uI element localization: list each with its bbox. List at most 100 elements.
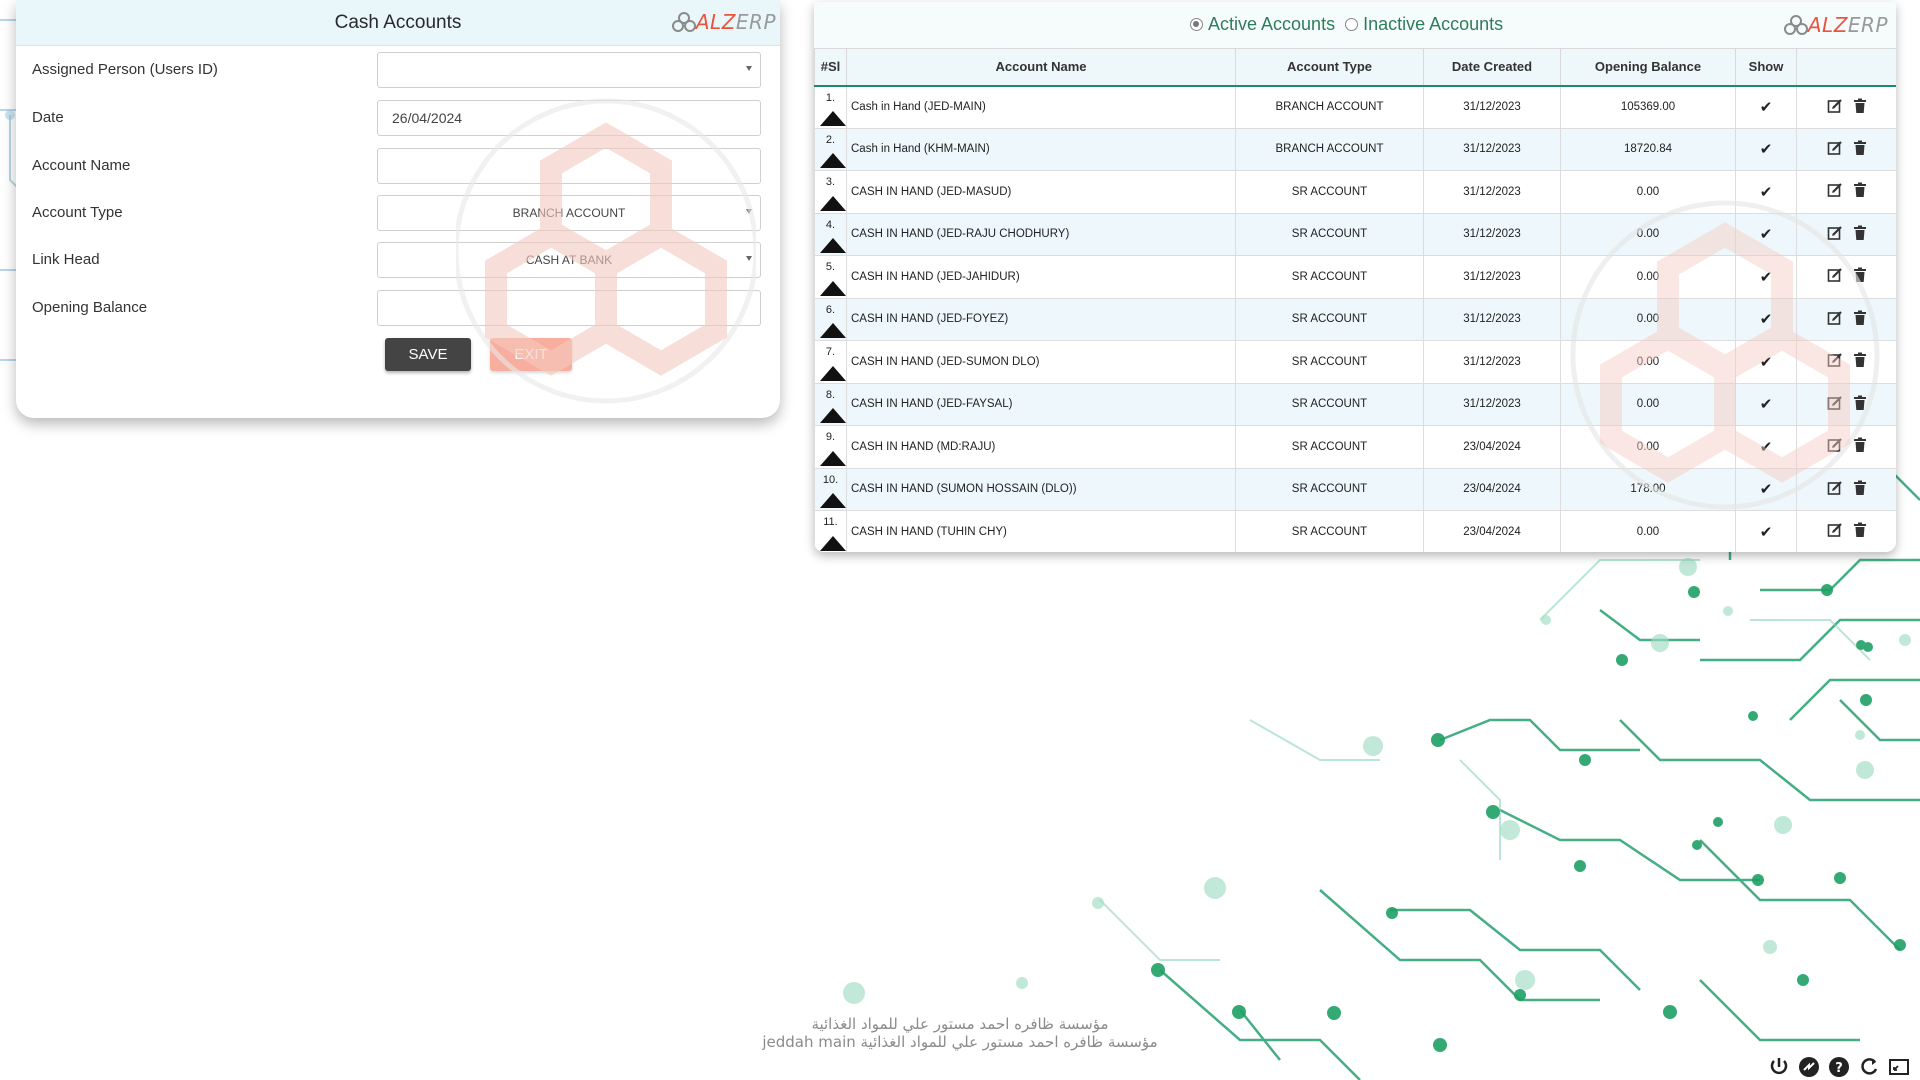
edit-icon[interactable] [1827, 352, 1843, 368]
date-label: Date [32, 109, 64, 126]
link-head-label: Link Head [32, 251, 100, 268]
check-icon[interactable]: ✔ [1760, 481, 1773, 498]
column-header-date-created[interactable]: Date Created [1423, 48, 1561, 87]
inactive-accounts-label[interactable]: Inactive Accounts [1363, 14, 1503, 35]
edit-icon[interactable] [1827, 182, 1843, 198]
delete-icon[interactable] [1853, 352, 1867, 368]
delete-icon[interactable] [1853, 522, 1867, 538]
row-show[interactable]: ✔ [1735, 85, 1797, 129]
row-expand-triangle-icon[interactable] [820, 238, 846, 253]
check-icon[interactable]: ✔ [1760, 524, 1773, 541]
opening-balance-label: Opening Balance [32, 299, 148, 316]
row-show[interactable]: ✔ [1735, 255, 1797, 299]
check-icon[interactable]: ✔ [1760, 226, 1773, 243]
edit-icon[interactable] [1827, 310, 1843, 326]
delete-icon[interactable] [1853, 225, 1867, 241]
check-icon[interactable]: ✔ [1760, 141, 1773, 158]
row-show[interactable]: ✔ [1735, 510, 1797, 552]
row-show[interactable]: ✔ [1735, 467, 1797, 511]
check-icon[interactable]: ✔ [1760, 99, 1773, 116]
refresh-icon[interactable] [1858, 1056, 1880, 1078]
table-row[interactable]: 6. CASH IN HAND (JED-FOYEZ) SR ACCOUNT 31/1… [814, 297, 1896, 341]
row-account-type: SR ACCOUNT [1235, 340, 1424, 384]
column-header-account-name[interactable]: Account Name [846, 48, 1236, 87]
edit-icon[interactable] [1827, 98, 1843, 114]
row-show[interactable]: ✔ [1735, 382, 1797, 426]
check-icon[interactable]: ✔ [1760, 396, 1773, 413]
row-show[interactable]: ✔ [1735, 425, 1797, 469]
row-expand-triangle-icon[interactable] [820, 153, 846, 168]
row-show[interactable]: ✔ [1735, 297, 1797, 341]
active-accounts-label[interactable]: Active Accounts [1208, 14, 1335, 35]
column-header-account-type[interactable]: Account Type [1235, 48, 1424, 87]
check-icon[interactable]: ✔ [1760, 354, 1773, 371]
table-row[interactable]: 9. CASH IN HAND (MD:RAJU) SR ACCOUNT 23/04/… [814, 425, 1896, 469]
row-expand-triangle-icon[interactable] [820, 280, 846, 296]
fullscreen-icon[interactable] [1888, 1056, 1910, 1078]
column-header-sl[interactable]: #Sl [814, 48, 847, 87]
check-icon[interactable]: ✔ [1760, 439, 1773, 456]
table-row[interactable]: 7. CASH IN HAND (JED-SUMON DLO) SR ACCOUNT… [814, 340, 1896, 384]
delete-icon[interactable] [1853, 140, 1867, 156]
row-opening-balance: 0.00 [1560, 255, 1736, 299]
column-header-show[interactable]: Show [1735, 48, 1797, 87]
edit-icon[interactable] [1827, 140, 1843, 156]
row-expand-triangle-icon[interactable] [820, 408, 846, 423]
table-row[interactable]: 1. Cash in Hand (JED-MAIN) BRANCH ACCOUNT 3… [814, 85, 1896, 129]
row-date-created: 23/04/2024 [1423, 425, 1561, 469]
table-row[interactable]: 11. CASH IN HAND (TUHIN CHY) SR ACCOUNT 23/… [814, 510, 1896, 552]
row-account-type: BRANCH ACCOUNT [1235, 85, 1424, 129]
row-expand-triangle-icon[interactable] [820, 195, 846, 211]
delete-icon[interactable] [1853, 182, 1867, 198]
inactive-accounts-radio[interactable] [1345, 18, 1359, 31]
row-expand-triangle-icon[interactable] [820, 323, 846, 338]
edit-icon[interactable] [1827, 395, 1843, 411]
row-opening-balance: 105369.00 [1560, 85, 1736, 129]
table-row[interactable]: 5. CASH IN HAND (JED-JAHIDUR) SR ACCOUNT 31… [814, 255, 1896, 299]
help-icon[interactable]: ? [1828, 1056, 1850, 1078]
row-show[interactable]: ✔ [1735, 340, 1797, 384]
row-expand-triangle-icon[interactable] [820, 365, 846, 381]
delete-icon[interactable] [1853, 267, 1867, 283]
save-button[interactable]: SAVE [385, 338, 471, 371]
account-name-input[interactable] [377, 148, 761, 184]
active-accounts-radio[interactable] [1190, 18, 1203, 31]
share-icon[interactable] [1798, 1056, 1820, 1078]
check-icon[interactable]: ✔ [1760, 311, 1773, 328]
opening-balance-input[interactable] [377, 290, 761, 326]
row-expand-triangle-icon[interactable] [820, 450, 846, 466]
table-row[interactable]: 2. Cash in Hand (KHM-MAIN) BRANCH ACCOUNT 3… [814, 127, 1896, 171]
assigned-person-select[interactable] [377, 52, 761, 88]
exit-button[interactable]: EXIT [490, 338, 572, 371]
account-type-select[interactable]: BRANCH ACCOUNT [377, 195, 761, 231]
row-expand-triangle-icon[interactable] [820, 535, 846, 551]
edit-icon[interactable] [1827, 267, 1843, 283]
row-account-name: CASH IN HAND (JED-MASUD) [846, 170, 1236, 214]
column-header-opening-balance[interactable]: Opening Balance [1560, 48, 1736, 87]
row-expand-triangle-icon[interactable] [820, 493, 846, 508]
row-show[interactable]: ✔ [1735, 127, 1797, 171]
delete-icon[interactable] [1853, 480, 1867, 496]
date-input[interactable]: 26/04/2024 [377, 100, 761, 136]
row-show[interactable]: ✔ [1735, 212, 1797, 256]
delete-icon[interactable] [1853, 310, 1867, 326]
link-head-select[interactable]: CASH AT BANK [377, 242, 761, 278]
delete-icon[interactable] [1853, 437, 1867, 453]
table-row[interactable]: 4. CASH IN HAND (JED-RAJU CHODHURY) SR ACC… [814, 212, 1896, 256]
check-icon[interactable]: ✔ [1760, 184, 1773, 201]
power-icon[interactable] [1768, 1056, 1790, 1078]
delete-icon[interactable] [1853, 395, 1867, 411]
check-icon[interactable]: ✔ [1760, 269, 1773, 286]
row-actions [1796, 510, 1896, 552]
edit-icon[interactable] [1827, 480, 1843, 496]
row-show[interactable]: ✔ [1735, 170, 1797, 214]
row-expand-triangle-icon[interactable] [820, 110, 846, 126]
edit-icon[interactable] [1827, 522, 1843, 538]
edit-icon[interactable] [1827, 225, 1843, 241]
edit-icon[interactable] [1827, 437, 1843, 453]
row-account-name: Cash in Hand (JED-MAIN) [846, 85, 1236, 129]
table-row[interactable]: 10. CASH IN HAND (SUMON HOSSAIN (DLO)) SR … [814, 467, 1896, 511]
table-row[interactable]: 8. CASH IN HAND (JED-FAYSAL) SR ACCOUNT 31/… [814, 382, 1896, 426]
table-row[interactable]: 3. CASH IN HAND (JED-MASUD) SR ACCOUNT 31/1… [814, 170, 1896, 214]
delete-icon[interactable] [1853, 98, 1867, 114]
